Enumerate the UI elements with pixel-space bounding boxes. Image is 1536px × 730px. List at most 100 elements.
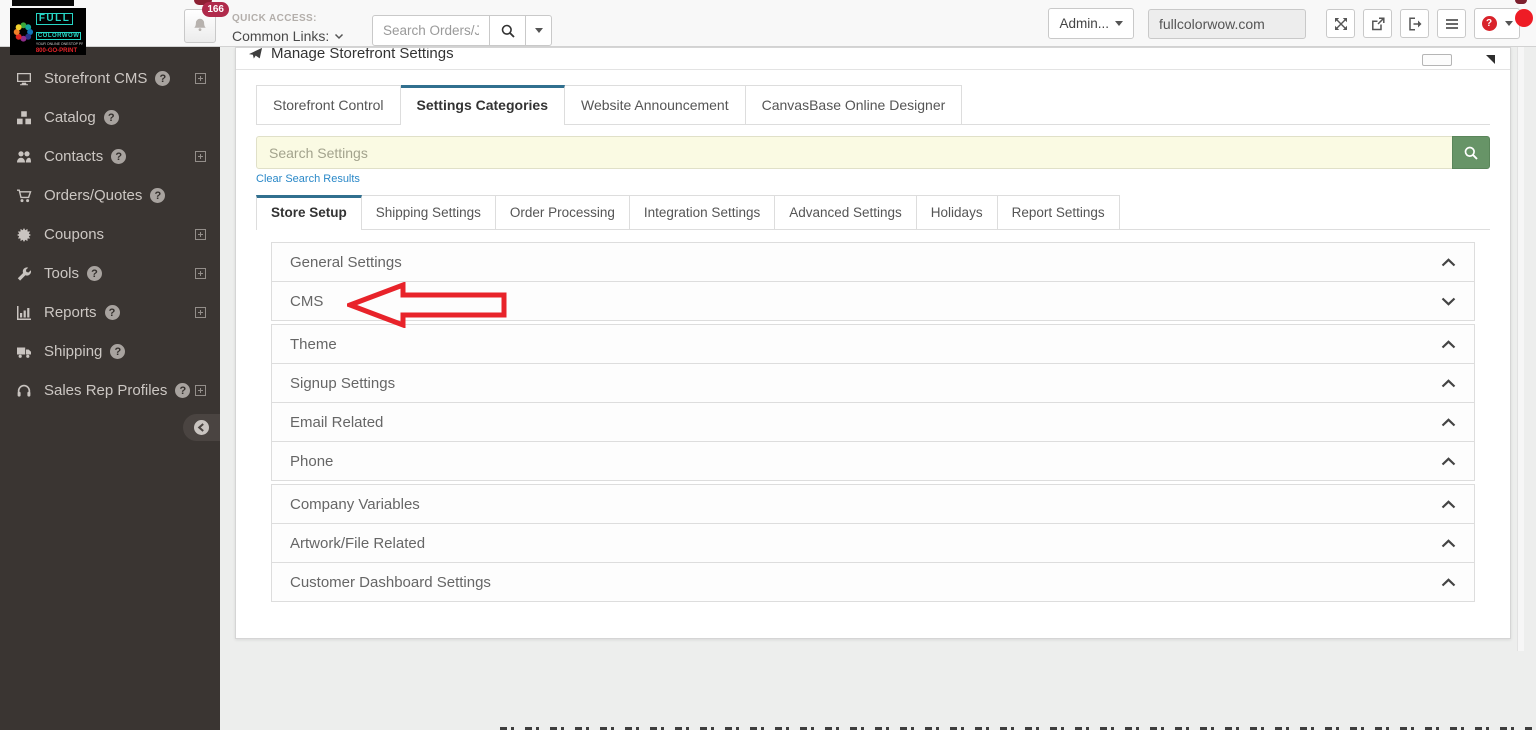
common-links-dropdown[interactable]: Common Links:	[232, 28, 344, 44]
category-tab-report-settings[interactable]: Report Settings	[997, 195, 1120, 229]
chevron-up-icon[interactable]	[1441, 339, 1456, 349]
help-icon[interactable]: ?	[104, 305, 120, 320]
sidebar-item-shipping[interactable]: Shipping?	[0, 332, 220, 371]
expand-plus-icon[interactable]	[195, 385, 206, 396]
sidebar-item-coupons[interactable]: Coupons	[0, 215, 220, 254]
panel-title-bar: Manage Storefront Settings	[236, 48, 1510, 70]
help-icon[interactable]: ?	[110, 344, 126, 359]
chevron-down-small-icon	[335, 33, 344, 39]
admin-menu-button[interactable]: Admin...	[1048, 8, 1134, 39]
chevron-up-icon[interactable]	[1441, 257, 1456, 267]
collapse-left-icon	[194, 420, 209, 435]
section-general-settings[interactable]: General Settings	[271, 242, 1475, 282]
desktop-icon	[14, 71, 33, 87]
cubes-icon	[14, 110, 33, 126]
category-tab-order-processing[interactable]: Order Processing	[495, 195, 630, 229]
expand-plus-icon[interactable]	[195, 268, 206, 279]
storefront-domain-field[interactable]: fullcolorwow.com	[1148, 8, 1306, 39]
help-icon[interactable]: ?	[155, 71, 171, 86]
help-icon[interactable]: ?	[87, 266, 103, 281]
category-tab-holidays[interactable]: Holidays	[916, 195, 998, 229]
users-icon	[14, 149, 33, 165]
topbar: FULL COLORWOW YOUR ONLINE ONESTOP PRINTS…	[0, 0, 1536, 55]
sidebar-item-sales-rep-profiles[interactable]: Sales Rep Profiles?	[0, 371, 220, 410]
help-icon[interactable]: ?	[103, 110, 119, 125]
panel-collapse-button[interactable]	[1422, 54, 1452, 66]
clear-search-results-link[interactable]: Clear Search Results	[256, 173, 360, 185]
expand-plus-icon[interactable]	[195, 73, 206, 84]
chevron-up-icon[interactable]	[1441, 417, 1456, 427]
tab-website-announcement[interactable]: Website Announcement	[564, 85, 746, 124]
section-label: CMS	[290, 292, 324, 310]
scrollbar[interactable]	[1517, 47, 1524, 651]
menu-button[interactable]	[1437, 9, 1466, 38]
sidebar-item-reports[interactable]: Reports?	[0, 293, 220, 332]
expand-plus-icon[interactable]	[195, 151, 206, 162]
section-label: Signup Settings	[290, 374, 396, 392]
help-icon[interactable]: ?	[150, 188, 166, 203]
headset-icon	[14, 383, 33, 399]
section-signup-settings[interactable]: Signup Settings	[271, 363, 1475, 403]
notification-sliver	[1515, 0, 1527, 4]
section-artwork-file-related[interactable]: Artwork/File Related	[271, 523, 1475, 563]
open-site-icon	[1371, 16, 1385, 30]
section-label: Theme	[290, 335, 337, 353]
category-tab-store-setup[interactable]: Store Setup	[256, 195, 362, 230]
sidebar-item-label: Storefront CMS	[44, 70, 148, 87]
seal-icon	[14, 227, 33, 243]
chevron-up-icon[interactable]	[1441, 378, 1456, 388]
category-tab-advanced-settings[interactable]: Advanced Settings	[775, 195, 917, 229]
section-label: Artwork/File Related	[290, 534, 426, 552]
bar-chart-icon	[14, 305, 33, 321]
sidebar-item-orders-quotes[interactable]: Orders/Quotes?	[0, 176, 220, 215]
chevron-up-icon[interactable]	[1441, 577, 1456, 587]
company-logo[interactable]: FULL COLORWOW YOUR ONLINE ONESTOP PRINTS…	[10, 8, 86, 55]
notification-dot	[1515, 9, 1533, 27]
tab-storefront-control[interactable]: Storefront Control	[256, 85, 401, 124]
chevron-up-icon[interactable]	[1441, 456, 1456, 466]
sidebar-collapse-button[interactable]	[183, 414, 220, 441]
settings-search-button[interactable]	[1452, 136, 1490, 169]
section-customer-dashboard-settings[interactable]: Customer Dashboard Settings	[271, 562, 1475, 602]
bell-icon	[194, 18, 206, 31]
sidebar-item-label: Reports	[44, 304, 97, 321]
help-menu-button[interactable]: ?	[1474, 8, 1520, 39]
orders-search-button[interactable]	[489, 15, 526, 46]
sidebar-item-tools[interactable]: Tools?	[0, 254, 220, 293]
orders-search-input[interactable]	[372, 15, 490, 46]
sidebar-item-catalog[interactable]: Catalog?	[0, 98, 220, 137]
settings-panel: Manage Storefront Settings Storefront Co…	[235, 47, 1511, 639]
sidebar-item-label: Catalog	[44, 109, 96, 126]
color-wheel-icon	[13, 21, 34, 42]
sidebar-item-storefront-cms[interactable]: Storefront CMS?	[0, 59, 220, 98]
section-email-related[interactable]: Email Related	[271, 402, 1475, 442]
chevron-up-icon[interactable]	[1441, 538, 1456, 548]
main-content: Manage Storefront Settings Storefront Co…	[220, 47, 1536, 730]
section-cms[interactable]: CMS	[271, 281, 1475, 328]
tab-settings-categories[interactable]: Settings Categories	[400, 85, 565, 125]
caret-down-icon	[1504, 21, 1513, 26]
category-tab-integration-settings[interactable]: Integration Settings	[629, 195, 776, 229]
topbar-right-group: Admin... fullcolorwow.com ?	[1048, 8, 1520, 39]
category-tab-shipping-settings[interactable]: Shipping Settings	[361, 195, 496, 229]
expand-plus-icon[interactable]	[195, 307, 206, 318]
help-icon[interactable]: ?	[175, 383, 191, 398]
sidebar: Storefront CMS? Catalog? Contacts? Orders/Q…	[0, 47, 220, 730]
tab-canvasbase-online-designer[interactable]: CanvasBase Online Designer	[745, 85, 963, 124]
logout-button[interactable]	[1400, 9, 1429, 38]
expand-plus-icon[interactable]	[195, 229, 206, 240]
orders-search-options-button[interactable]	[525, 15, 552, 46]
sidebar-item-contacts[interactable]: Contacts?	[0, 137, 220, 176]
settings-search-input[interactable]	[256, 136, 1453, 169]
chevron-down-icon[interactable]	[1441, 297, 1456, 306]
section-phone[interactable]: Phone	[271, 441, 1475, 481]
fullscreen-button[interactable]	[1326, 9, 1355, 38]
section-theme[interactable]: Theme	[271, 324, 1475, 364]
chevron-up-icon[interactable]	[1441, 499, 1456, 509]
section-company-variables[interactable]: Company Variables	[271, 484, 1475, 524]
help-icon[interactable]: ?	[111, 149, 127, 164]
sidebar-nav: Storefront CMS? Catalog? Contacts? Orders/Q…	[0, 59, 220, 410]
section-label: Phone	[290, 452, 334, 470]
notifications-button[interactable]: 166	[184, 2, 229, 43]
open-site-button[interactable]	[1363, 9, 1392, 38]
